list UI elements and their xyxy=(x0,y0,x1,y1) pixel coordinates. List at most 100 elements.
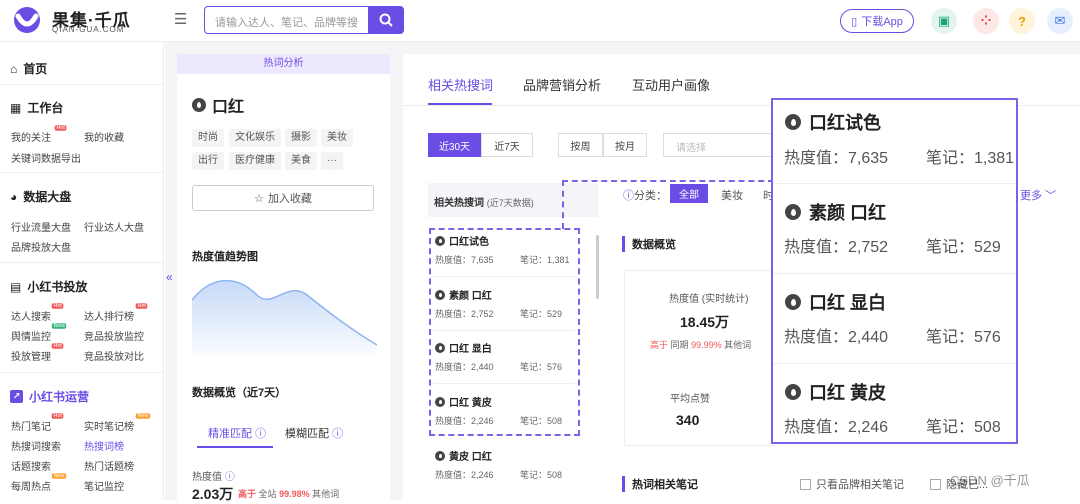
zoom-notes: 笔记：576 xyxy=(926,329,1001,346)
list-scrollbar[interactable] xyxy=(596,235,599,299)
flame-icon xyxy=(785,294,801,310)
search-input[interactable]: 请输入达人、笔记、品牌等搜 xyxy=(204,6,368,34)
heat-realtime-label: 热度值 (实时统计) xyxy=(669,294,749,305)
sidebar-section-workbench[interactable]: ▦ 工作台 xyxy=(10,99,63,116)
collapse-sidebar-icon[interactable]: « xyxy=(166,270,173,284)
hot-badge: Hot xyxy=(51,303,64,309)
sidebar-item-industry-traffic[interactable]: 行业流量大盘 xyxy=(11,219,71,234)
sidebar-item-brand-ads[interactable]: 品牌投放大盘 xyxy=(11,239,71,254)
heat-realtime-value: 18.45万 xyxy=(680,314,730,330)
flame-icon xyxy=(785,204,801,220)
hot-badge: Hot xyxy=(51,413,64,419)
info-icon: ⓘ xyxy=(255,428,267,440)
sidebar-item-sentiment[interactable]: 舆情监控 xyxy=(11,328,51,343)
tab-brand-marketing[interactable]: 品牌营销分析 xyxy=(523,75,601,94)
zoom-heat: 热度值：2,246 xyxy=(784,419,889,436)
by-month-button[interactable]: 按月 xyxy=(603,133,647,157)
category-tag[interactable]: 美妆 xyxy=(321,129,353,147)
apps-icon[interactable]: ⁘ xyxy=(973,8,999,34)
divider xyxy=(0,372,164,373)
search-icon xyxy=(379,13,393,27)
sidebar-section-xhs-ads[interactable]: ▤ 小红书投放 xyxy=(10,278,87,295)
heat-value: 2.03万 xyxy=(192,486,234,502)
category-tag[interactable]: 美食 xyxy=(285,152,317,170)
active-tab-indicator xyxy=(197,446,273,448)
filter-beauty[interactable]: 美妆 xyxy=(721,187,743,203)
sidebar-item-keyword-export[interactable]: 关键词数据导出 xyxy=(11,150,81,165)
active-tab-indicator xyxy=(428,103,492,105)
divider xyxy=(0,172,164,173)
download-app-button[interactable]: ▯ 下载App xyxy=(840,9,914,33)
search-button[interactable] xyxy=(368,6,404,34)
sidebar-item-realtime-notes[interactable]: 实时笔记榜 xyxy=(84,418,134,433)
download-label: 下载App xyxy=(861,16,903,28)
flame-icon xyxy=(192,98,206,112)
sidebar-item-hotword-ranking[interactable]: 热搜词榜 xyxy=(84,438,124,453)
category-tag[interactable]: 出行 xyxy=(192,152,224,170)
sidebar-item-competitor-monitor[interactable]: 竞品投放监控 xyxy=(84,328,144,343)
by-week-button[interactable]: 按周 xyxy=(558,133,603,157)
sidebar-section-xhs-ops[interactable]: ↗ 小红书运营 xyxy=(10,388,89,405)
zoom-hotword-item: 口红试色 xyxy=(785,109,881,135)
more-tags[interactable]: ··· xyxy=(321,152,343,170)
sidebar-item-competitor-compare[interactable]: 竞品投放对比 xyxy=(84,348,144,363)
panel-tab-hotword-analysis[interactable]: 热词分析 xyxy=(177,54,390,74)
sidebar-item-note-monitor[interactable]: 笔记监控 xyxy=(84,478,124,493)
highlight-box xyxy=(429,228,580,436)
new-badge: New xyxy=(51,473,67,479)
sidebar-item-topic-ranking[interactable]: 热门话题榜 xyxy=(84,458,134,473)
tab-related-hotwords[interactable]: 相关热搜词 xyxy=(428,75,493,94)
trend-chart xyxy=(192,279,377,355)
category-filter-label: ⓘ分类： xyxy=(623,190,667,202)
menu-toggle-icon[interactable]: ☰ xyxy=(174,10,187,28)
book-icon: ▤ xyxy=(10,279,22,294)
info-icon: ⓘ xyxy=(332,428,344,440)
brand-notes-checkbox[interactable]: 只看品牌相关笔记 xyxy=(800,476,904,492)
sidebar-item-kol-ranking[interactable]: 达人排行榜 xyxy=(84,308,134,323)
hotword-item[interactable]: 黄皮 口红 xyxy=(435,448,492,463)
sidebar-item-my-follow[interactable]: 我的关注 xyxy=(11,129,51,144)
divider xyxy=(773,273,1016,274)
message-icon[interactable]: ✉ xyxy=(1047,8,1073,34)
pie-chart-icon: ◕ xyxy=(10,189,18,204)
flame-icon xyxy=(785,384,801,400)
hot-badge: Hot xyxy=(51,343,64,349)
range-30-days[interactable]: 近30天 xyxy=(428,133,481,157)
tab-exact-match[interactable]: 精准匹配 ⓘ xyxy=(208,425,266,441)
help-icon[interactable]: ? xyxy=(1009,8,1035,34)
sidebar-section-dashboard[interactable]: ◕ 数据大盘 xyxy=(10,188,71,205)
sidebar-item-ads-manage[interactable]: 投放管理 xyxy=(11,348,51,363)
category-tag[interactable]: 时尚 xyxy=(192,129,224,147)
keyword-title: 口红 xyxy=(192,93,244,117)
data-overview-title: 数据概览 xyxy=(622,236,676,252)
star-icon: ☆ xyxy=(254,192,264,205)
sidebar-item-hotword-search[interactable]: 热搜词搜索 xyxy=(11,438,61,453)
gift-icon[interactable]: ▣ xyxy=(931,8,957,34)
sidebar-item-topic-search[interactable]: 话题搜索 xyxy=(11,458,51,473)
add-favorite-button[interactable]: ☆ 加入收藏 xyxy=(192,185,374,211)
more-categories-link[interactable]: 更多 ﹀ xyxy=(1020,187,1056,203)
category-tag[interactable]: 文化娱乐 xyxy=(229,129,281,147)
workbench-icon: ▦ xyxy=(10,100,22,115)
category-tag[interactable]: 医疗健康 xyxy=(229,152,281,170)
sidebar-item-my-favorites[interactable]: 我的收藏 xyxy=(84,129,124,144)
divider xyxy=(0,262,164,263)
sidebar-item-home[interactable]: ⌂ 首页 xyxy=(10,60,47,77)
tab-user-profile[interactable]: 互动用户画像 xyxy=(632,75,710,94)
flame-icon xyxy=(785,114,801,130)
trend-title: 热度值趋势图 xyxy=(192,251,258,263)
date-select[interactable]: 请选择 xyxy=(663,133,773,157)
heat-realtime-compare: 高于 同期 99.99% 其他词 xyxy=(650,340,752,350)
sidebar-item-hot-notes[interactable]: 热门笔记 xyxy=(11,418,51,433)
sidebar-item-kol-search[interactable]: 达人搜索 xyxy=(11,308,51,323)
filter-all[interactable]: 全部 xyxy=(670,184,708,203)
sidebar-item-weekly-hot[interactable]: 每周热点 xyxy=(11,478,51,493)
new-badge: New xyxy=(135,413,151,419)
sidebar-item-industry-kol[interactable]: 行业达人大盘 xyxy=(84,219,144,234)
info-icon: ⓘ xyxy=(623,190,634,202)
hot-badge: Hot xyxy=(135,303,148,309)
range-7-days[interactable]: 近7天 xyxy=(481,133,533,157)
category-tag[interactable]: 摄影 xyxy=(285,129,317,147)
logo-subtitle: QIAN-GUA.COM xyxy=(52,25,125,34)
tab-fuzzy-match[interactable]: 模糊匹配 ⓘ xyxy=(285,425,343,441)
